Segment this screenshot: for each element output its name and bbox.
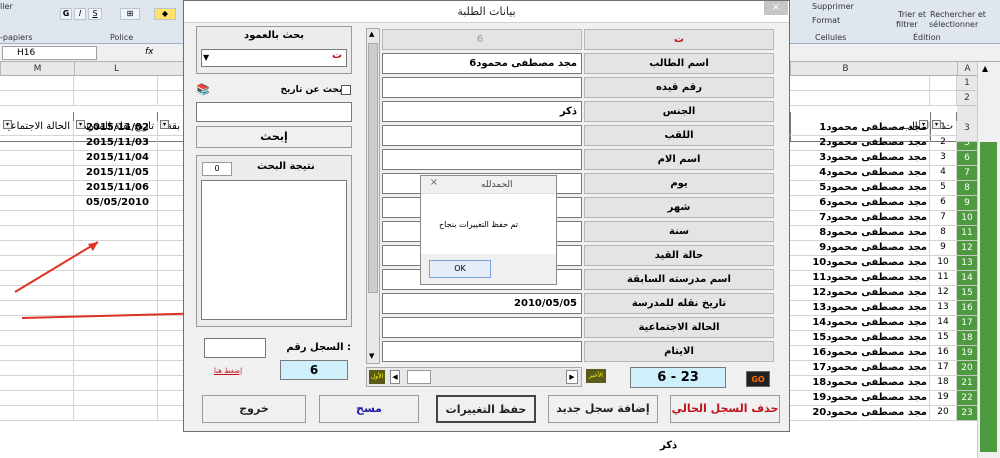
record-number-input[interactable] — [204, 338, 266, 358]
search-button[interactable]: إبحث — [196, 126, 352, 148]
message-box-close-button[interactable]: × — [424, 177, 444, 192]
field-label: ت — [584, 29, 774, 50]
field-label: الايتام — [584, 341, 774, 362]
exit-button[interactable]: خروج — [202, 395, 306, 423]
nav-last-button[interactable]: الأخير — [586, 369, 606, 383]
field-label: اسم الام — [584, 149, 774, 170]
field-label: رقم قيده — [584, 77, 774, 98]
save-changes-button[interactable]: حفظ التغييرات — [436, 395, 536, 423]
record-number-label: السجل رقم : — [286, 342, 351, 353]
go-button[interactable]: GO — [746, 371, 770, 387]
field-label: شهر — [584, 197, 774, 218]
form-close-button[interactable]: × — [764, 1, 788, 15]
record-navigation-bar[interactable]: الأول ◀ ▶ — [366, 367, 582, 387]
message-box-title: الحمدلله — [481, 180, 513, 190]
field-input[interactable]: 6 — [382, 29, 582, 50]
field-input[interactable]: مجد مصطفى محمود6 — [382, 53, 582, 74]
search-result-list[interactable] — [201, 180, 347, 320]
nav-thumb[interactable] — [407, 370, 431, 384]
form-title: بيانات الطلبة — [184, 1, 789, 23]
search-result-panel: نتيجة البحث 0 — [196, 155, 352, 327]
field-label: الجنس — [584, 101, 774, 122]
field-input[interactable] — [382, 317, 582, 338]
field-input[interactable] — [382, 77, 582, 98]
field-input[interactable]: ذكر — [382, 101, 582, 122]
field-input[interactable] — [382, 341, 582, 362]
nav-prev-icon[interactable]: ◀ — [390, 370, 400, 384]
search-column-select[interactable]: ت — [201, 49, 347, 67]
search-result-count: 0 — [202, 162, 232, 176]
delete-record-button[interactable]: حذف السجل الحالي — [670, 395, 780, 423]
add-record-button[interactable]: إضافة سجل جديد — [548, 395, 658, 423]
book-icon[interactable]: 📚 — [196, 83, 212, 97]
message-box: الحمدلله × تم حفظ التغييرات بنجاح OK — [420, 175, 557, 285]
field-label: الحالة الاجتماعية — [584, 317, 774, 338]
field-label: سنة — [584, 221, 774, 242]
search-date-label: البحث عن تاريخ — [280, 85, 349, 95]
field-label: تاريخ نقله للمدرسة — [584, 293, 774, 314]
field-input[interactable]: 2010/05/05 — [382, 293, 582, 314]
field-label: اللقب — [584, 125, 774, 146]
message-box-body: تم حفظ التغييرات بنجاح — [421, 194, 556, 254]
chevron-down-icon[interactable]: ▼ — [203, 53, 209, 62]
message-box-ok-button[interactable]: OK — [429, 260, 491, 278]
field-label: اسم مدرسته السابقة — [584, 269, 774, 290]
field-label: يوم — [584, 173, 774, 194]
fields-scrollbar[interactable]: ▲ ▼ — [366, 28, 380, 364]
search-result-title: نتيجة البحث — [257, 161, 315, 172]
record-counter: 6 - 23 — [630, 367, 726, 388]
press-here-link[interactable]: إضغط هنا — [214, 367, 242, 375]
nav-next-icon[interactable]: ▶ — [566, 370, 578, 384]
search-column-title: بحث بالعمود — [243, 30, 305, 41]
search-column-panel: بحث بالعمود ت ▼ — [196, 26, 352, 74]
sheet-gender-cell: ذكر — [660, 440, 678, 451]
search-text-input[interactable] — [196, 102, 352, 122]
message-box-titlebar: الحمدلله × — [421, 176, 556, 194]
scroll-thumb[interactable] — [368, 43, 378, 293]
nav-first-button[interactable]: الأول — [369, 370, 385, 384]
scroll-up-icon[interactable]: ▲ — [369, 30, 374, 38]
field-label: حالة القيد — [584, 245, 774, 266]
arrow-to-date-cell — [14, 241, 99, 293]
field-label: اسم الطالب — [584, 53, 774, 74]
field-input[interactable] — [382, 149, 582, 170]
field-input[interactable] — [382, 125, 582, 146]
clear-button[interactable]: مسح — [319, 395, 419, 423]
record-number-value: 6 — [280, 360, 348, 380]
scroll-down-icon[interactable]: ▼ — [369, 352, 374, 360]
search-date-checkbox[interactable] — [341, 85, 351, 95]
message-box-text: تم حفظ التغييرات بنجاح — [439, 220, 519, 229]
